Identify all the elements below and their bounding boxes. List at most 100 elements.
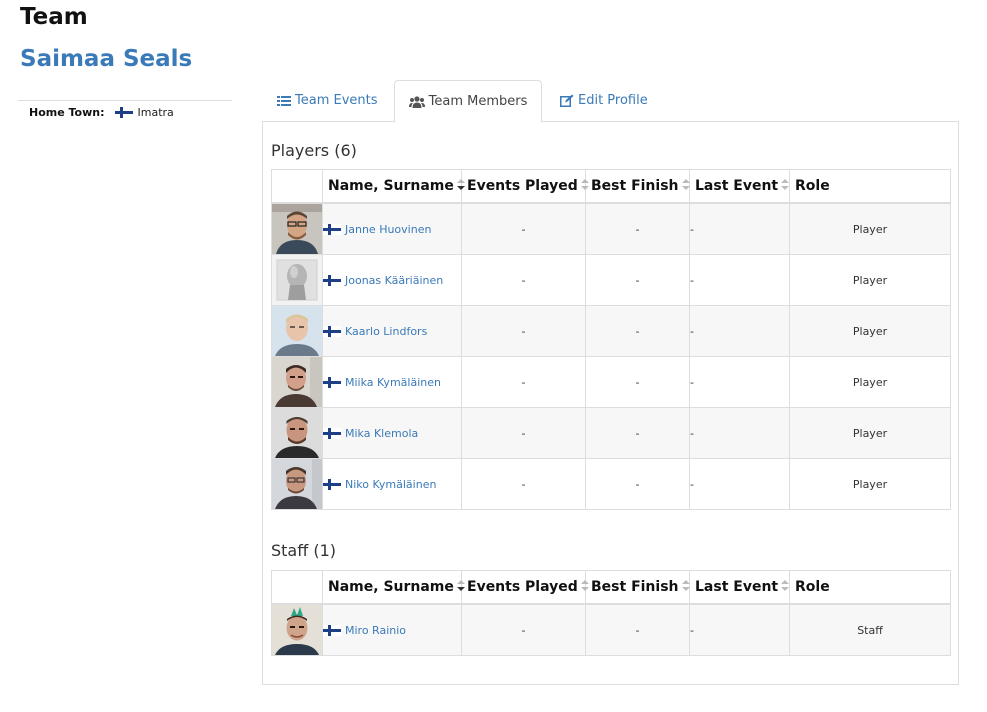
player-name-link[interactable]: Janne Huovinen (345, 223, 431, 236)
page-title: Team (20, 4, 88, 30)
events-played-column-header[interactable]: Events Played (461, 570, 589, 605)
best-finish-cell: - (585, 254, 690, 306)
role-column-header: Role (789, 570, 951, 605)
events-played-column-header[interactable]: Events Played (461, 169, 589, 204)
best-finish-column-header[interactable]: Best Finish (585, 570, 690, 605)
role-cell: Player (789, 254, 951, 306)
role-cell: Player (789, 305, 951, 357)
events-played-column-label: Events Played (467, 579, 578, 595)
events-played-column-label: Events Played (467, 178, 578, 194)
avatar-column-header (271, 169, 323, 204)
tab-edit-profile[interactable]: Edit Profile (560, 80, 648, 121)
avatar[interactable] (272, 357, 322, 407)
table-row: Kaarlo Lindfors - - - Player (271, 305, 951, 357)
last-event-cell: - (689, 305, 790, 357)
events-played-cell: - (461, 254, 586, 306)
sort-icon (781, 178, 790, 194)
players-header-row: Name, Surname Events Played Best Finish … (271, 169, 951, 204)
last-event-cell: - (689, 407, 790, 459)
tab-team-events[interactable]: Team Events (277, 80, 378, 121)
finland-flag-icon (323, 274, 341, 286)
table-row: Janne Huovinen - - - Player (271, 202, 951, 255)
sort-icon (456, 178, 465, 194)
last-event-cell: - (689, 356, 790, 408)
role-cell: Staff (789, 603, 951, 656)
player-name-link[interactable]: Niko Kymäläinen (345, 478, 436, 491)
player-name-link[interactable]: Mika Klemola (345, 427, 418, 440)
players-table: Name, Surname Events Played Best Finish … (271, 169, 951, 510)
name-column-label: Name, Surname (328, 579, 454, 595)
staff-header-row: Name, Surname Events Played Best Finish … (271, 570, 951, 605)
avatar[interactable] (272, 204, 322, 254)
best-finish-cell: - (585, 356, 690, 408)
team-name: Saimaa Seals (20, 46, 193, 72)
list-icon (277, 95, 291, 107)
best-finish-cell: - (585, 407, 690, 459)
role-column-label: Role (795, 178, 830, 194)
avatar[interactable] (272, 306, 322, 356)
tab-team-members[interactable]: Team Members (394, 80, 542, 123)
avatar[interactable] (272, 255, 322, 305)
finland-flag-icon (323, 376, 341, 388)
events-played-cell: - (461, 603, 586, 656)
player-name-link[interactable]: Miika Kymäläinen (345, 376, 441, 389)
sort-icon (580, 178, 589, 194)
edit-icon (560, 94, 574, 107)
avatar[interactable] (272, 605, 322, 655)
last-event-column-header[interactable]: Last Event (689, 169, 790, 204)
name-column-label: Name, Surname (328, 178, 454, 194)
tab-edit-profile-label: Edit Profile (578, 93, 648, 108)
role-column-header: Role (789, 169, 951, 204)
sort-icon (681, 178, 690, 194)
sort-icon (781, 579, 790, 595)
finland-flag-icon (323, 478, 341, 490)
events-played-cell: - (461, 407, 586, 459)
avatar-cell (271, 202, 323, 255)
avatar-cell (271, 458, 323, 510)
sort-icon (456, 579, 465, 595)
best-finish-cell: - (585, 603, 690, 656)
name-column-header[interactable]: Name, Surname (322, 169, 465, 204)
players-title: Players (6) (271, 141, 357, 160)
table-row: Miika Kymäläinen - - - Player (271, 356, 951, 408)
last-event-cell: - (689, 603, 790, 656)
avatar-cell (271, 254, 323, 306)
last-event-cell: - (689, 254, 790, 306)
best-finish-column-header[interactable]: Best Finish (585, 169, 690, 204)
home-town-label: Home Town: (29, 106, 105, 119)
home-town-row: Home Town: Imatra (29, 106, 174, 119)
avatar-cell (271, 356, 323, 408)
player-name-cell: Kaarlo Lindfors (322, 305, 462, 357)
role-cell: Player (789, 356, 951, 408)
player-name-cell: Miika Kymäläinen (322, 356, 462, 408)
staff-name-link[interactable]: Miro Rainio (345, 624, 406, 637)
player-name-link[interactable]: Kaarlo Lindfors (345, 325, 427, 338)
staff-title: Staff (1) (271, 541, 337, 560)
table-row: Joonas Kääriäinen - - - Player (271, 254, 951, 306)
best-finish-cell: - (585, 305, 690, 357)
player-name-link[interactable]: Joonas Kääriäinen (345, 274, 443, 287)
avatar-cell (271, 407, 323, 459)
sort-icon (580, 579, 589, 595)
tab-team-events-label: Team Events (295, 93, 378, 108)
finland-flag-icon (323, 427, 341, 439)
users-icon (408, 95, 425, 108)
table-row: Niko Kymäläinen - - - Player (271, 458, 951, 510)
role-column-label: Role (795, 579, 830, 595)
player-name-cell: Joonas Kääriäinen (322, 254, 462, 306)
role-cell: Player (789, 458, 951, 510)
sort-icon (681, 579, 690, 595)
avatar[interactable] (272, 459, 322, 509)
last-event-cell: - (689, 202, 790, 255)
table-row: Miro Rainio - - - Staff (271, 603, 951, 656)
last-event-cell: - (689, 458, 790, 510)
sidebar-divider (18, 100, 232, 101)
player-name-cell: Janne Huovinen (322, 202, 462, 255)
events-played-cell: - (461, 202, 586, 255)
name-column-header[interactable]: Name, Surname (322, 570, 465, 605)
best-finish-column-label: Best Finish (591, 579, 679, 595)
last-event-column-header[interactable]: Last Event (689, 570, 790, 605)
avatar[interactable] (272, 408, 322, 458)
table-row: Mika Klemola - - - Player (271, 407, 951, 459)
finland-flag-icon (114, 107, 133, 118)
